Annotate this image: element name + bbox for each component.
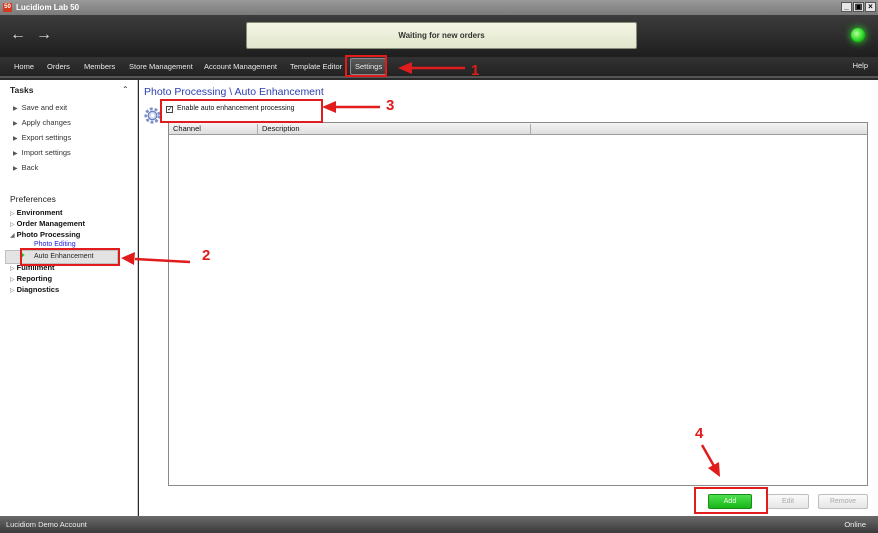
annotation-arrows	[121, 62, 720, 477]
annotation-label-3: 3	[386, 97, 395, 114]
annotation-label-1: 1	[471, 62, 480, 79]
annotation-label-4: 4	[695, 425, 704, 442]
annotation-label-2: 2	[202, 247, 211, 264]
